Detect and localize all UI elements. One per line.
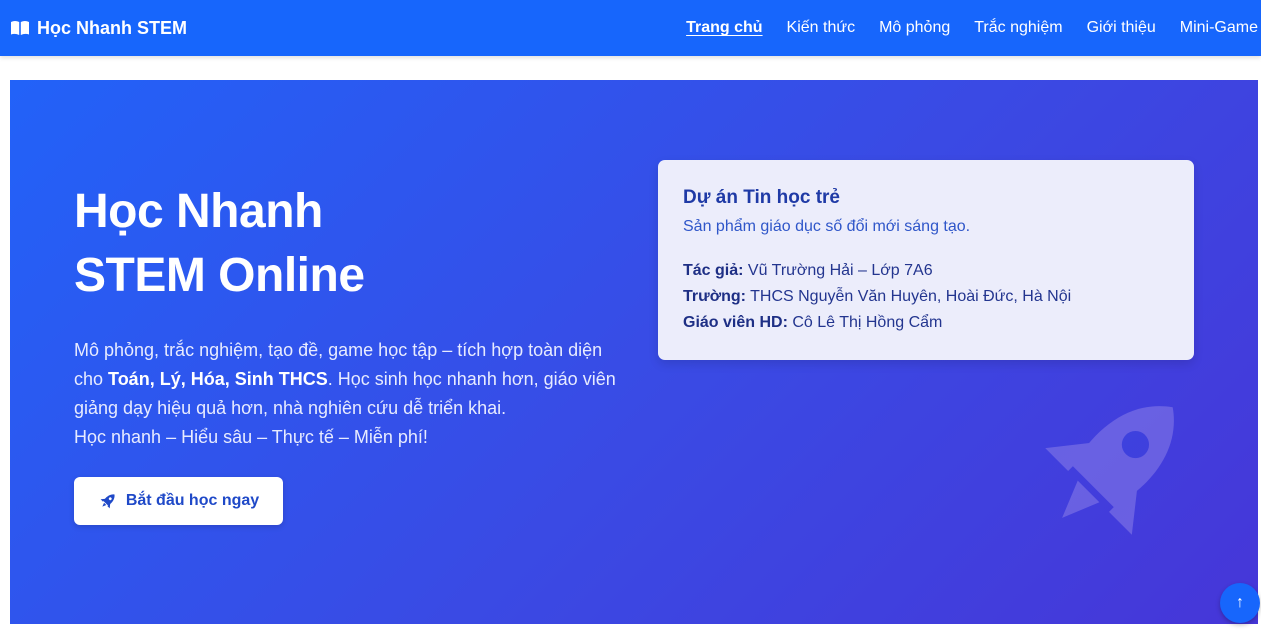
project-info-card: Dự án Tin học trẻ Sản phẩm giáo dục số đ… [658, 160, 1194, 360]
start-learning-label: Bắt đầu học ngay [125, 492, 260, 509]
school-value: THCS Nguyễn Văn Huyên, Hoài Đức, Hà Nội [745, 288, 1072, 305]
teacher-value: Cô Lê Thị Hồng Cẩm [787, 314, 943, 331]
nav-link-home[interactable]: Trang chủ [686, 19, 762, 37]
hero-title: Học Nhanh STEM Online [74, 180, 594, 308]
teacher-label: Giáo viên HD: [683, 314, 788, 331]
hero-title-line2: STEM Online [74, 249, 365, 302]
open-book-icon [10, 20, 30, 36]
nav-menu: Trang chủ Kiến thức Mô phỏng Trắc nghiệm… [662, 0, 1258, 56]
brand-name: Học Nhanh STEM [37, 17, 188, 38]
hero-title-line1: Học Nhanh [74, 185, 323, 238]
card-school: Trường: THCS Nguyễn Văn Huyên, Hoài Đức,… [683, 284, 1169, 310]
brand-link[interactable]: Học Nhanh STEM [10, 18, 187, 39]
hero-description: Mô phỏng, trắc nghiệm, tạo đề, game học … [74, 336, 619, 452]
scroll-to-top-button[interactable]: ↑ [1220, 583, 1260, 623]
nav-link-quiz[interactable]: Trắc nghiệm [974, 19, 1062, 37]
nav-link-simulation[interactable]: Mô phỏng [879, 19, 950, 37]
top-navbar: Học Nhanh STEM Trang chủ Kiến thức Mô ph… [0, 0, 1261, 56]
hero-slogan: Học nhanh – Hiểu sâu – Thực tế – Miễn ph… [74, 427, 428, 447]
author-label: Tác giả: [683, 262, 744, 279]
rocket-icon [1030, 380, 1200, 555]
card-teacher: Giáo viên HD: Cô Lê Thị Hồng Cẩm [683, 310, 1169, 336]
nav-link-about[interactable]: Giới thiệu [1087, 19, 1156, 37]
school-label: Trường: [683, 288, 746, 305]
rocket-icon [98, 491, 118, 511]
arrow-up-icon: ↑ [1236, 594, 1244, 611]
start-learning-button[interactable]: Bắt đầu học ngay [74, 477, 283, 525]
hero-desc-subjects: Toán, Lý, Hóa, Sinh THCS [108, 369, 328, 389]
nav-link-minigame[interactable]: Mini-Game [1180, 19, 1258, 37]
nav-link-knowledge[interactable]: Kiến thức [787, 19, 856, 37]
author-value: Vũ Trường Hải – Lớp 7A6 [743, 262, 933, 279]
card-title: Dự án Tin học trẻ [683, 187, 840, 208]
hero-section: Học Nhanh STEM Online Mô phỏng, trắc ngh… [10, 80, 1258, 624]
card-subtitle: Sản phẩm giáo dục số đổi mới sáng tạo. [683, 218, 971, 235]
card-author: Tác giả: Vũ Trường Hải – Lớp 7A6 [683, 258, 1169, 284]
